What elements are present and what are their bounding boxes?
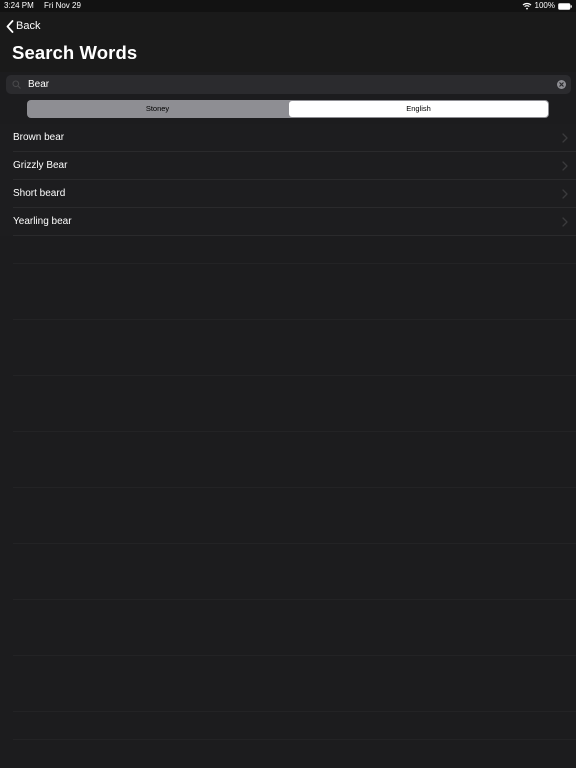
battery-icon — [558, 2, 572, 10]
chevron-right-icon — [562, 133, 568, 143]
status-right: 100% — [522, 0, 572, 12]
empty-row-separator — [13, 599, 576, 600]
list-item-label: Grizzly Bear — [13, 160, 68, 171]
empty-row-separator — [13, 263, 576, 264]
wifi-icon — [522, 2, 532, 10]
search-field[interactable] — [6, 75, 571, 94]
search-input[interactable] — [28, 75, 548, 94]
empty-row-separator — [13, 739, 576, 740]
segment-english[interactable]: English — [289, 101, 548, 117]
empty-row-separator — [13, 375, 576, 376]
navigation-bar: Back Search Words — [0, 12, 576, 72]
back-label: Back — [16, 20, 41, 32]
results-list: Brown bear Grizzly Bear Short beard Year… — [0, 124, 576, 236]
empty-table-area — [0, 236, 576, 768]
list-item-label: Brown bear — [13, 132, 65, 143]
clear-circle-icon[interactable] — [557, 80, 566, 89]
segment-stoney[interactable]: Stoney — [28, 101, 287, 117]
chevron-right-icon — [562, 217, 568, 227]
list-item-yearling-bear[interactable]: Yearling bear — [0, 208, 576, 236]
list-item-brown-bear[interactable]: Brown bear — [0, 124, 576, 152]
chevron-right-icon — [562, 161, 568, 171]
search-icon — [12, 80, 21, 89]
list-item-label: Yearling bear — [13, 216, 72, 227]
empty-row-separator — [13, 655, 576, 656]
status-left: 3:24 PM Fri Nov 29 — [4, 0, 81, 12]
chevron-right-icon — [562, 189, 568, 199]
language-segmented-control: Stoney English — [27, 100, 549, 118]
page-title: Search Words — [12, 42, 138, 63]
status-date: Fri Nov 29 — [44, 1, 81, 10]
empty-row-separator — [13, 431, 576, 432]
list-item-label: Short beard — [13, 188, 66, 199]
empty-row-separator — [13, 487, 576, 488]
empty-row-separator — [13, 319, 576, 320]
list-item-short-beard[interactable]: Short beard — [0, 180, 576, 208]
back-button[interactable]: Back — [6, 18, 40, 34]
list-item-grizzly-bear[interactable]: Grizzly Bear — [0, 152, 576, 180]
chevron-left-icon — [6, 19, 14, 33]
status-bar: 3:24 PM Fri Nov 29 100% — [0, 0, 576, 12]
empty-row-separator — [13, 543, 576, 544]
empty-row-separator — [13, 711, 576, 712]
status-time: 3:24 PM — [4, 1, 34, 10]
battery-percent: 100% — [534, 1, 555, 10]
